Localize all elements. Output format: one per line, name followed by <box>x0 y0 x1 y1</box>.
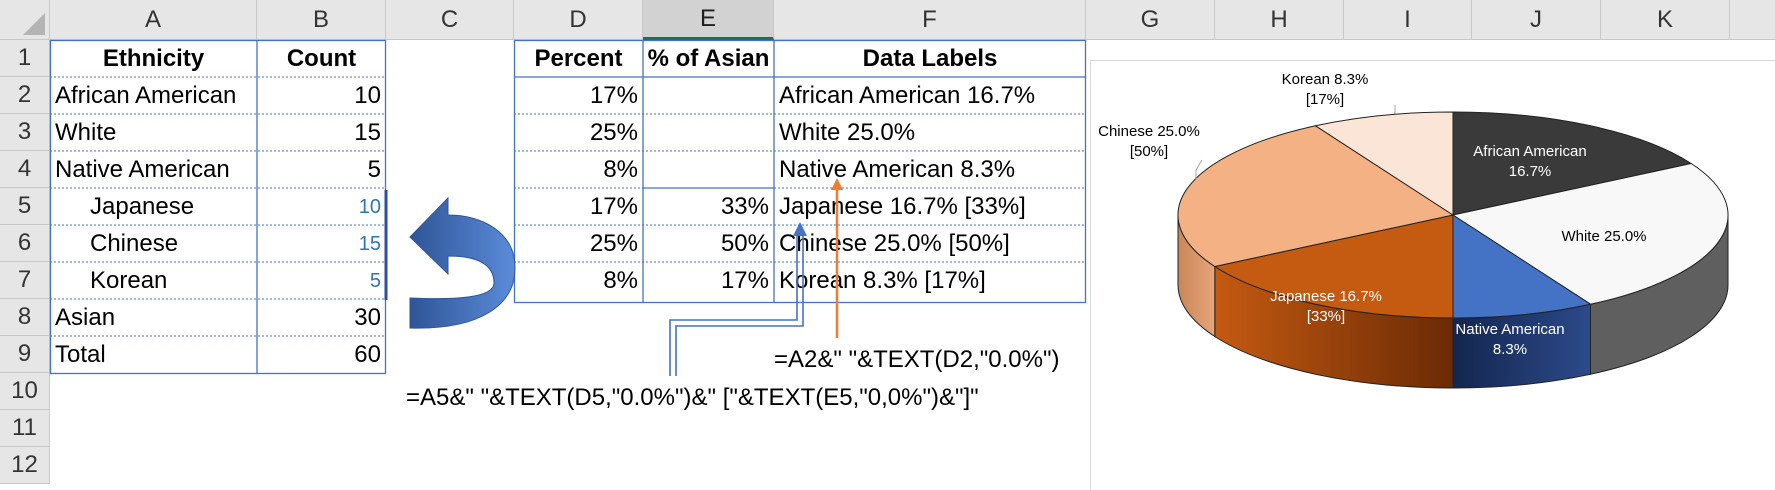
count-cell[interactable]: 10 <box>257 77 386 114</box>
ethnicity-cell[interactable]: African American <box>50 77 257 114</box>
percent-cell[interactable]: 17% <box>514 77 643 114</box>
row-header-5[interactable]: 5 <box>0 188 50 225</box>
pie-label-native-american[interactable]: Native American 8.3% <box>1455 320 1564 361</box>
select-all-corner[interactable] <box>0 0 50 40</box>
row-header-11[interactable]: 11 <box>0 410 50 447</box>
pie-label-line: 16.7% <box>1508 163 1552 181</box>
row-header-9[interactable]: 9 <box>0 336 50 373</box>
pie-label-line: White 25.0% <box>1561 228 1647 245</box>
pie-label-white[interactable]: White 25.0% <box>1561 227 1646 247</box>
pie-label-african-american[interactable]: African American 16.7% <box>1473 142 1586 183</box>
data-label-cell[interactable]: Japanese 16.7% [33%] <box>774 188 1086 225</box>
row-header-8[interactable]: 8 <box>0 299 50 336</box>
pie-label-line: [33%] <box>1306 308 1346 326</box>
pct-asian-cell[interactable]: 33% <box>643 188 774 225</box>
column-header-b[interactable]: B <box>257 0 386 40</box>
header-pct-asian[interactable]: % of Asian <box>643 40 774 77</box>
header-percent[interactable]: Percent <box>514 40 643 77</box>
header-ethnicity[interactable]: Ethnicity <box>50 40 257 77</box>
select-all-icon <box>23 13 45 35</box>
pie-label-chinese[interactable]: Chinese 25.0% [50%] <box>1098 122 1200 163</box>
row-header-7[interactable]: 7 <box>0 262 50 299</box>
data-label-cell[interactable]: White 25.0% <box>774 114 1086 151</box>
pie-label-line: Korean 8.3% <box>1281 71 1369 88</box>
row-header-12[interactable]: 12 <box>0 447 50 484</box>
pct-asian-cell[interactable]: 50% <box>643 225 774 262</box>
pie-label-korean[interactable]: Korean 8.3% [17%] <box>1282 70 1369 111</box>
row-header-4[interactable]: 4 <box>0 151 50 188</box>
data-label-cell[interactable]: African American 16.7% <box>774 77 1086 114</box>
pie-label-line: [50%] <box>1129 143 1169 161</box>
percent-cell[interactable]: 17% <box>514 188 643 225</box>
column-header-k[interactable]: K <box>1601 0 1730 40</box>
formula-basic-label: =A2&" "&TEXT(D2,"0.0%") <box>774 346 1060 373</box>
row-header-2[interactable]: 2 <box>0 77 50 114</box>
column-header-f[interactable]: F <box>774 0 1086 40</box>
pie-label-line: Japanese 16.7% <box>1270 288 1382 305</box>
pie-label-line: African American <box>1473 143 1587 160</box>
pct-asian-cell[interactable]: 17% <box>643 262 774 299</box>
row-header-6[interactable]: 6 <box>0 225 50 262</box>
row-header-1[interactable]: 1 <box>0 40 50 77</box>
column-header-j[interactable]: J <box>1472 0 1601 40</box>
count-cell[interactable]: 15 <box>257 114 386 151</box>
pie-label-japanese[interactable]: Japanese 16.7% [33%] <box>1270 287 1382 328</box>
ethnicity-cell[interactable]: Korean <box>50 262 257 299</box>
count-cell[interactable]: 10 <box>257 188 386 225</box>
count-cell[interactable]: 30 <box>257 299 386 336</box>
count-cell[interactable]: 60 <box>257 336 386 373</box>
count-cell[interactable]: 15 <box>257 225 386 262</box>
percent-cell[interactable]: 8% <box>514 262 643 299</box>
header-count[interactable]: Count <box>257 40 386 77</box>
pct-asian-cell[interactable] <box>643 151 774 188</box>
pct-asian-cell[interactable] <box>643 114 774 151</box>
row-header-10[interactable]: 10 <box>0 373 50 410</box>
percent-cell[interactable]: 25% <box>514 114 643 151</box>
percent-cell[interactable]: 8% <box>514 151 643 188</box>
row-header-3[interactable]: 3 <box>0 114 50 151</box>
pie-label-line: Chinese 25.0% <box>1098 123 1200 140</box>
column-header-c[interactable]: C <box>386 0 514 40</box>
ethnicity-cell[interactable]: Chinese <box>50 225 257 262</box>
ethnicity-cell[interactable]: Japanese <box>50 188 257 225</box>
column-header-h[interactable]: H <box>1215 0 1344 40</box>
count-cell[interactable]: 5 <box>257 151 386 188</box>
column-header-g[interactable]: G <box>1086 0 1215 40</box>
pct-asian-cell[interactable] <box>643 77 774 114</box>
ethnicity-cell[interactable]: Total <box>50 336 257 373</box>
data-label-cell[interactable]: Korean 8.3% [17%] <box>774 262 1086 299</box>
header-data-labels[interactable]: Data Labels <box>774 40 1086 77</box>
pie-label-line: [17%] <box>1305 91 1345 109</box>
column-header-i[interactable]: I <box>1344 0 1472 40</box>
column-header-e[interactable]: E <box>643 0 774 40</box>
curved-arrow-icon <box>409 196 516 329</box>
pie-label-line: Native American <box>1455 321 1565 338</box>
data-label-cell[interactable]: Chinese 25.0% [50%] <box>774 225 1086 262</box>
formula-asian-label: =A5&" "&TEXT(D5,"0.0%")&" ["&TEXT(E5,"0,… <box>406 384 979 411</box>
column-header-d[interactable]: D <box>514 0 643 40</box>
data-label-cell[interactable]: Native American 8.3% <box>774 151 1086 188</box>
percent-cell[interactable]: 25% <box>514 225 643 262</box>
column-header-a[interactable]: A <box>50 0 257 40</box>
ethnicity-cell[interactable]: Asian <box>50 299 257 336</box>
count-cell[interactable]: 5 <box>257 262 386 299</box>
ethnicity-cell[interactable]: White <box>50 114 257 151</box>
pie-label-line: 8.3% <box>1492 341 1528 359</box>
ethnicity-cell[interactable]: Native American <box>50 151 257 188</box>
column-header-l[interactable] <box>1730 0 1775 40</box>
